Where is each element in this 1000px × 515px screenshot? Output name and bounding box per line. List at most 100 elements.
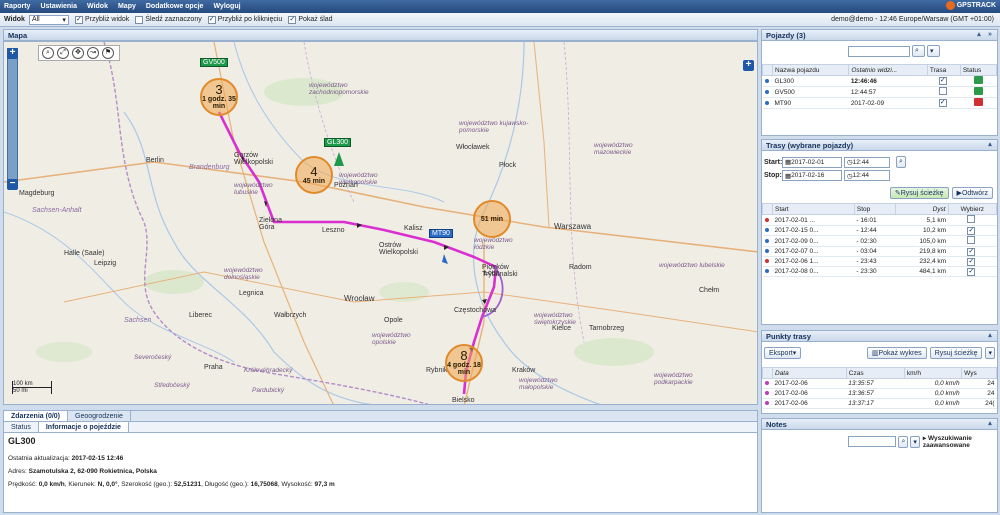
option-track-selected[interactable]: Śledź zaznaczony <box>135 15 202 24</box>
checkbox-checked[interactable]: ✓ <box>288 15 297 24</box>
notes-search-input[interactable] <box>848 436 897 447</box>
stop-time-input[interactable]: ◷ 12:44 <box>844 170 890 181</box>
checkbox-checked[interactable]: ✓ <box>74 15 83 24</box>
option-zoom-on-click[interactable]: ✓ Przybliż po kliknięciu <box>207 15 282 24</box>
chevron-down-icon[interactable]: ▾ <box>985 347 995 359</box>
notes-panel: Notes ▴ ⌕ ▾ ▸ Wyszukiwanie zaawansowane <box>761 418 998 513</box>
pan-icon[interactable]: ✥ <box>72 47 84 59</box>
menu-view[interactable]: Widok <box>87 3 108 10</box>
chevron-down-icon: ▾ <box>792 350 797 357</box>
option-zoom-view[interactable]: ✓ Przybliż widok <box>74 15 129 24</box>
stop-date-input[interactable]: ▦ 2017-02-16 <box>782 170 842 181</box>
export-button[interactable]: Eksport ▾ <box>764 347 802 359</box>
collapse-icon[interactable]: ▴ <box>986 141 994 149</box>
route-row[interactable]: 2017-02-09 0... - 02:30 105,0 km <box>762 235 997 247</box>
vehicle-row[interactable]: GL300 12:46:46 ✓ <box>762 75 997 87</box>
collapse-icon[interactable]: ▴ <box>975 31 983 39</box>
vehicle-label-gv500[interactable]: GV500 <box>200 58 228 67</box>
draw-path-button[interactable]: Rysuj ścieżkę <box>929 347 983 359</box>
address-row: Adres: Szamotulska 2, 62-090 Rokietnica,… <box>8 468 157 475</box>
checkbox-unchecked[interactable] <box>938 87 947 95</box>
chevron-down-icon[interactable]: ▾ <box>910 435 920 448</box>
vehicles-search-input[interactable] <box>848 45 910 57</box>
route-row[interactable]: 2017-02-07 0... - 03:04 219,8 km ✓ <box>762 246 997 257</box>
search-icon[interactable]: ⌕ <box>896 156 906 168</box>
cluster-marker[interactable]: 51 min <box>473 200 511 238</box>
collapse-icon[interactable]: ▴ <box>986 420 994 428</box>
advanced-search-link[interactable]: ▸ Wyszukiwanie zaawansowane <box>923 434 997 449</box>
layer-switcher-button[interactable]: + <box>743 60 754 71</box>
vehicle-marker-gl300[interactable] <box>334 152 344 166</box>
region-label: województwo kujawsko-pomorskie <box>459 120 529 134</box>
vehicle-info: GL300 Ostatnia aktualizacja: 2017-02-15 … <box>4 433 757 493</box>
route-distance: 10,2 km <box>895 225 949 236</box>
zoom-out-button[interactable]: − <box>7 179 18 190</box>
city-label: Leszno <box>322 227 345 234</box>
vehicle-label-gl300[interactable]: GL300 <box>324 138 352 147</box>
cluster-marker[interactable]: 4 45 min <box>295 156 333 194</box>
zoom-in-button[interactable]: + <box>7 48 18 59</box>
poi-icon[interactable]: ⚑ <box>102 47 114 59</box>
tab-status[interactable]: Status <box>4 422 39 432</box>
route-row[interactable]: 2017-02-01 ... - 16:01 5,1 km <box>762 214 997 226</box>
cluster-marker[interactable]: 8 4 godz. 18 min <box>445 344 483 382</box>
draw-route-button[interactable]: ✎ Rysuj ścieżkę <box>889 187 949 199</box>
checkbox-checked[interactable]: ✓ <box>967 267 976 276</box>
zoom-box-icon[interactable]: ⌕ <box>42 47 54 59</box>
collapse-icon[interactable]: ▴ <box>986 332 994 340</box>
play-button[interactable]: ▶ Odtwórz <box>951 187 993 199</box>
chevron-down-icon[interactable]: ▾ <box>927 45 940 57</box>
vehicle-row[interactable]: GV500 12:44:57 <box>762 86 997 98</box>
city-label: Praha <box>204 364 223 371</box>
city-label: Berlin <box>146 157 164 164</box>
tab-geofence[interactable]: Geoogrodzenie <box>68 411 131 421</box>
route-row[interactable]: 2017-02-15 0... - 12:44 10,2 km ✓ <box>762 225 997 236</box>
logo: GPSTRACK <box>945 1 996 10</box>
bullet-icon <box>764 238 769 243</box>
tab-vehicle-info[interactable]: Informacje o pojeździe <box>38 422 129 432</box>
cluster-marker[interactable]: 3 1 godz. 35 min <box>200 78 238 116</box>
view-select[interactable]: All ▾ <box>28 14 69 25</box>
pin-icon[interactable]: » <box>986 31 994 39</box>
tab-events[interactable]: Zdarzenia (0/0) <box>4 411 69 421</box>
point-row[interactable]: 2017-02-06 13:35:57 0,0 km/h 24 <box>762 378 997 389</box>
menu-settings[interactable]: Ustawienia <box>40 3 77 10</box>
point-row[interactable]: 2017-02-06 13:37:17 0,0 km/h 24( <box>762 398 997 409</box>
checkbox-checked[interactable]: ✓ <box>967 257 976 266</box>
bottom-tabs: Zdarzenia (0/0) Geoogrodzenie <box>4 411 757 422</box>
search-icon[interactable]: ⌕ <box>898 435 909 448</box>
chevron-down-icon: ▾ <box>62 16 66 24</box>
vehicle-label-mt90[interactable]: MT90 <box>429 229 453 238</box>
route-stop: - 12:44 <box>854 225 896 236</box>
measure-icon[interactable]: ⤢ <box>57 47 69 59</box>
map-tools: ⌕ ⤢ ✥ ↝ ⚑ <box>38 45 120 61</box>
menu-reports[interactable]: Raporty <box>4 3 30 10</box>
last-update-row: Ostatnia aktualizacja: 2017-02-15 12:46 <box>8 455 124 462</box>
search-icon[interactable]: ⌕ <box>912 45 925 57</box>
map-canvas[interactable]: ⌕ ⤢ ✥ ↝ ⚑ + − + województwo zachodniopom… <box>3 41 758 405</box>
checkbox-checked[interactable]: ✓ <box>967 226 976 235</box>
checkbox-checked[interactable]: ✓ <box>938 77 947 85</box>
show-chart-button[interactable]: ▥ Pokaż wykres <box>866 347 927 359</box>
route-icon[interactable]: ↝ <box>87 47 99 59</box>
start-date-input[interactable]: ▦ 2017-02-01 <box>782 156 842 168</box>
region-label: Brandenburg <box>189 164 230 171</box>
route-row[interactable]: 2017-02-06 1... - 23:43 232,4 km ✓ <box>762 256 997 267</box>
vehicle-row[interactable]: MT90 2017-02-09 ✓ <box>762 97 997 109</box>
option-show-trail[interactable]: ✓ Pokaż ślad <box>288 15 333 24</box>
checkbox-unchecked[interactable] <box>135 15 144 24</box>
checkbox-checked[interactable]: ✓ <box>207 15 216 24</box>
route-row[interactable]: 2017-02-08 0... - 23:30 484,1 km ✓ <box>762 266 997 277</box>
checkbox-unchecked[interactable] <box>967 236 976 244</box>
menu-logout[interactable]: Wyloguj <box>213 3 240 10</box>
checkbox-checked[interactable]: ✓ <box>967 247 976 256</box>
menu-maps[interactable]: Mapy <box>118 3 136 10</box>
point-row[interactable]: 2017-02-06 13:36:57 0,0 km/h 24 <box>762 388 997 399</box>
checkbox-checked[interactable]: ✓ <box>938 99 947 107</box>
bottom-subtabs: Status Informacje o pojeździe <box>4 422 757 433</box>
start-time-input[interactable]: ◷ 12:44 <box>844 156 890 168</box>
menu-extra-options[interactable]: Dodatkowe opcje <box>146 3 204 10</box>
region-label: województwo świętokrzyskie <box>534 312 576 326</box>
zoom-slider[interactable] <box>7 48 18 188</box>
checkbox-unchecked[interactable] <box>967 215 976 223</box>
